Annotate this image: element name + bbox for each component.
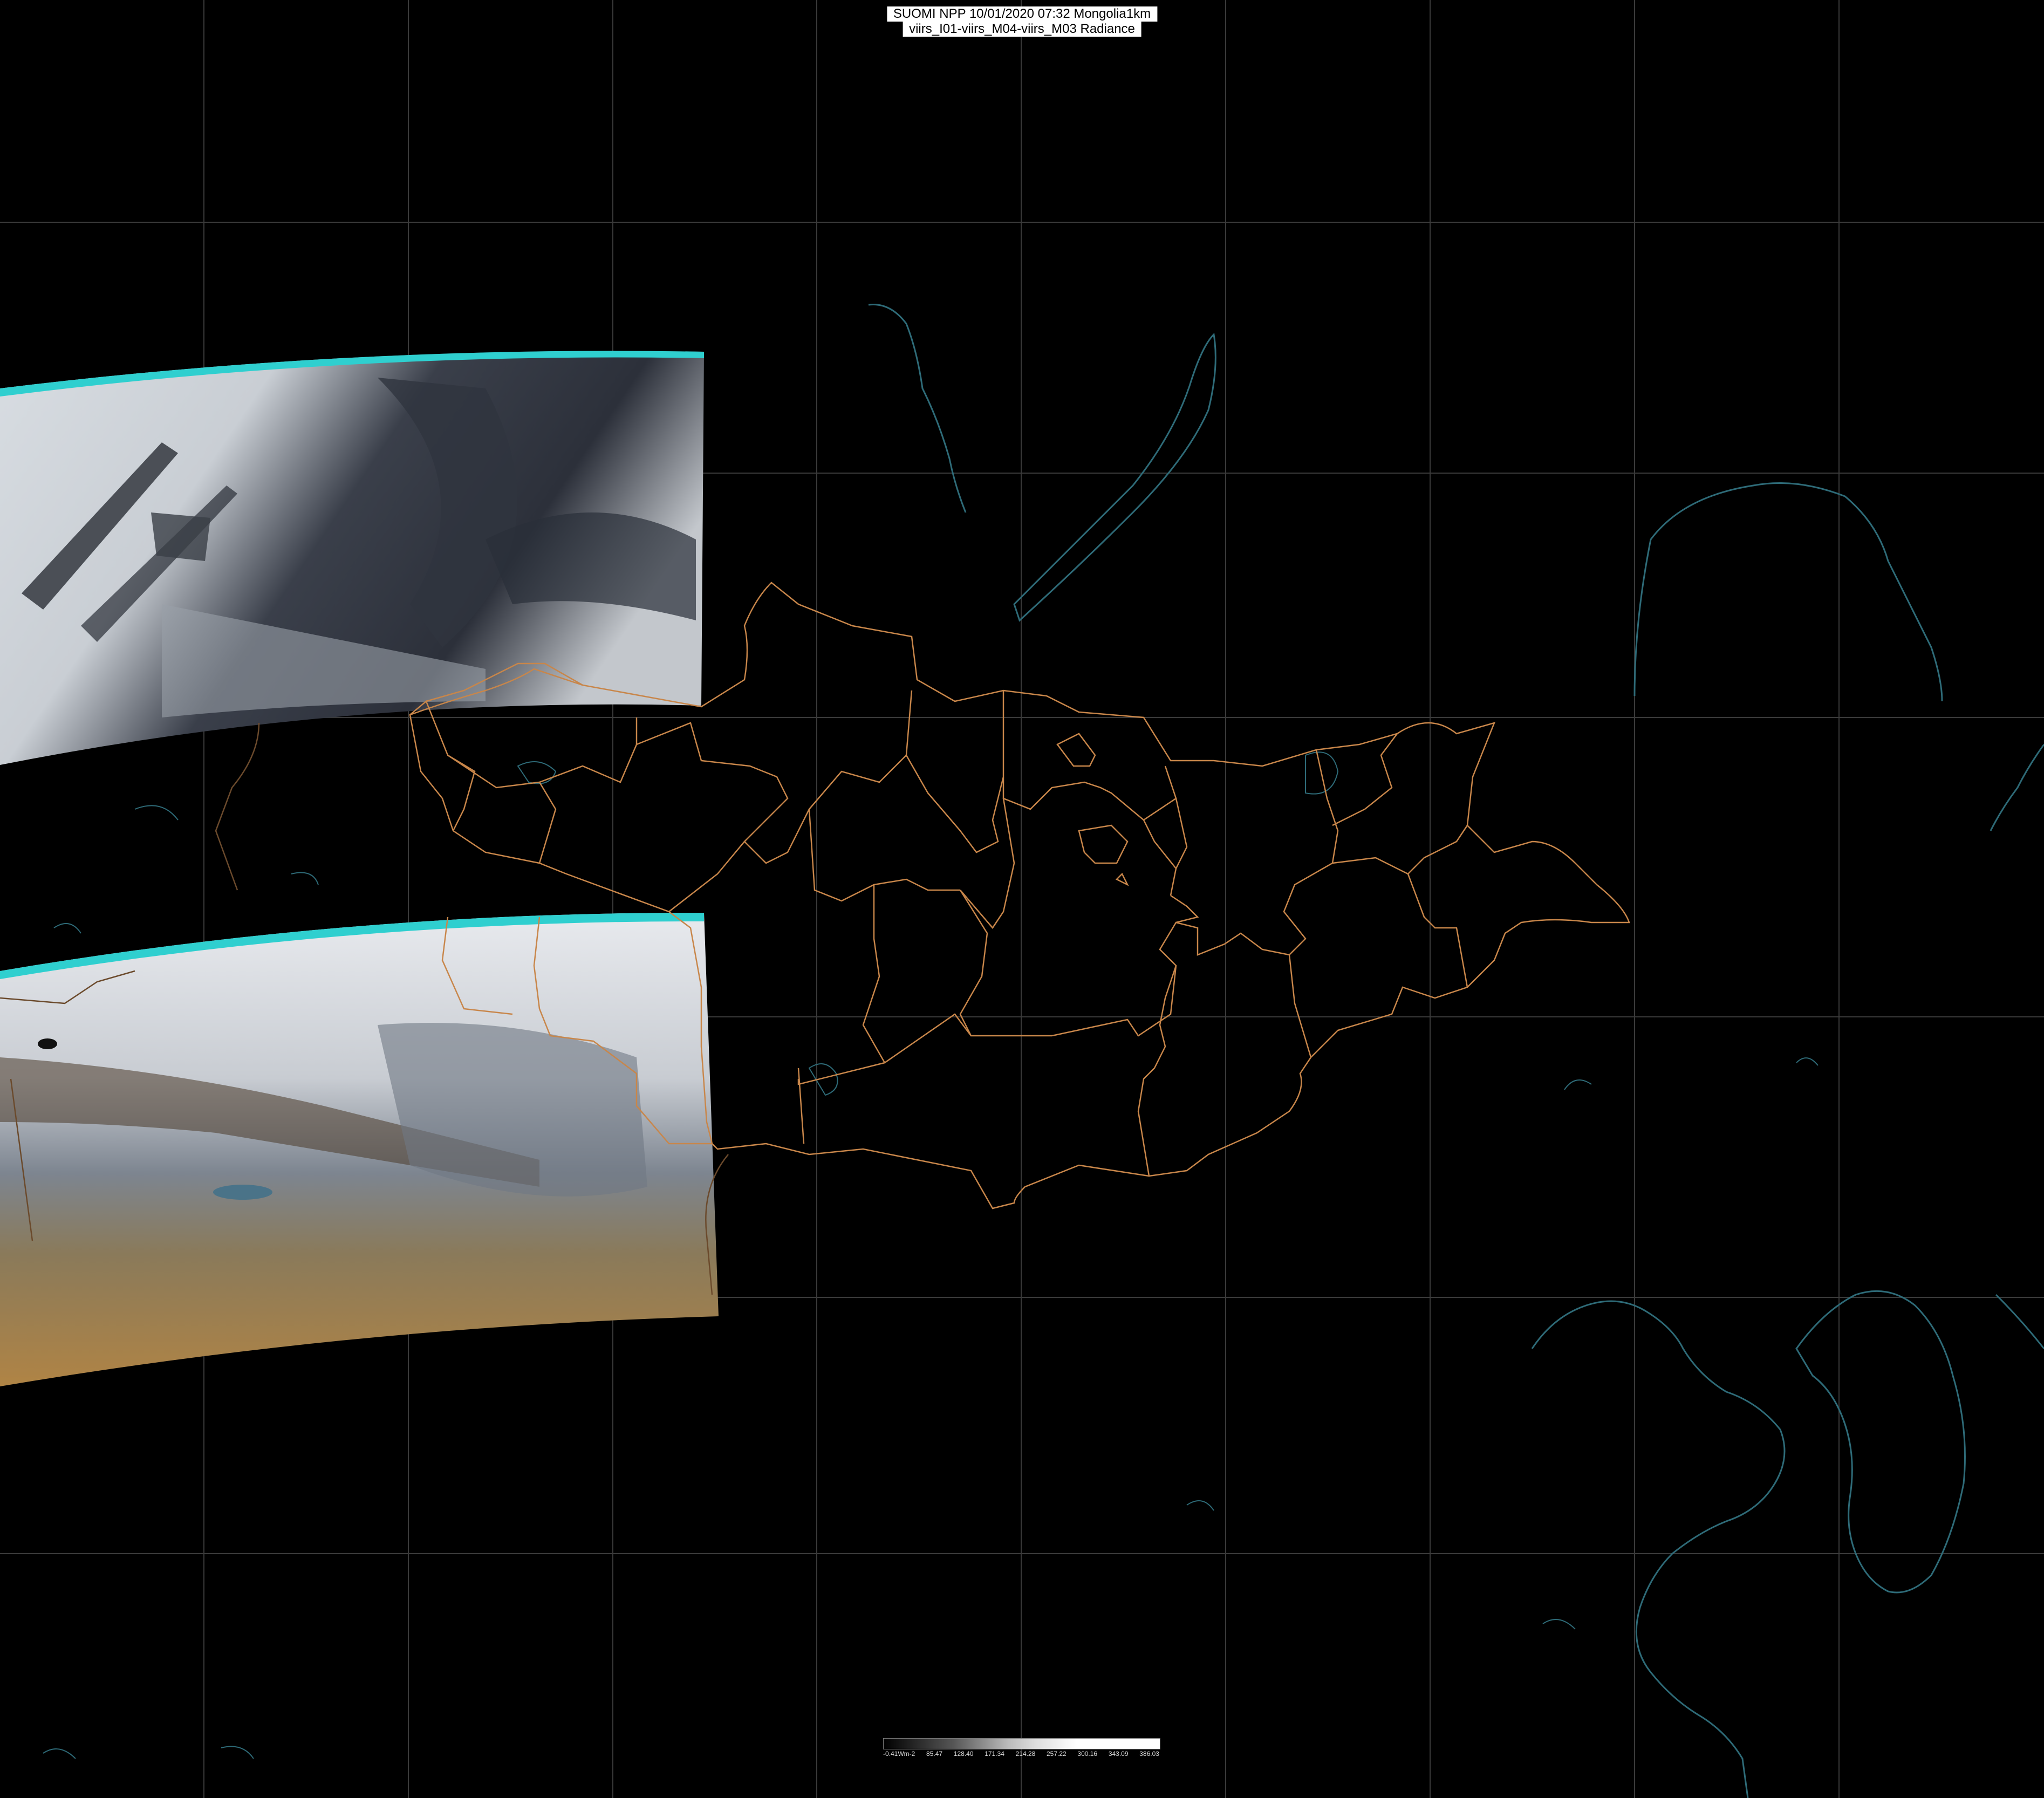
colorbar-labels: -0.41Wm-2 85.47 128.40 171.34 214.28 257… xyxy=(883,1750,1159,1759)
colorbar-label: -0.41Wm-2 xyxy=(883,1750,915,1758)
colorbar-label: 214.28 xyxy=(1015,1750,1036,1758)
map-title-line-1: SUOMI NPP 10/01/2020 07:32 Mongolia1km xyxy=(886,6,1158,22)
colorbar-label: 300.16 xyxy=(1077,1750,1098,1758)
colorbar-label: 128.40 xyxy=(953,1750,974,1758)
colorbar-label: 85.47 xyxy=(926,1750,943,1758)
colorbar xyxy=(883,1738,1160,1749)
colorbar-label: 257.22 xyxy=(1047,1750,1067,1758)
colorbar-label: 386.03 xyxy=(1139,1750,1159,1758)
map-title-line-2: viirs_I01-viirs_M04-viirs_M03 Radiance xyxy=(903,22,1141,37)
satellite-swath-lower xyxy=(0,912,719,1386)
map-canvas xyxy=(0,0,2044,1798)
satellite-swath-upper xyxy=(0,351,704,765)
colorbar-label: 343.09 xyxy=(1108,1750,1129,1758)
graticule xyxy=(0,0,2044,1798)
colorbar-label: 171.34 xyxy=(985,1750,1004,1758)
